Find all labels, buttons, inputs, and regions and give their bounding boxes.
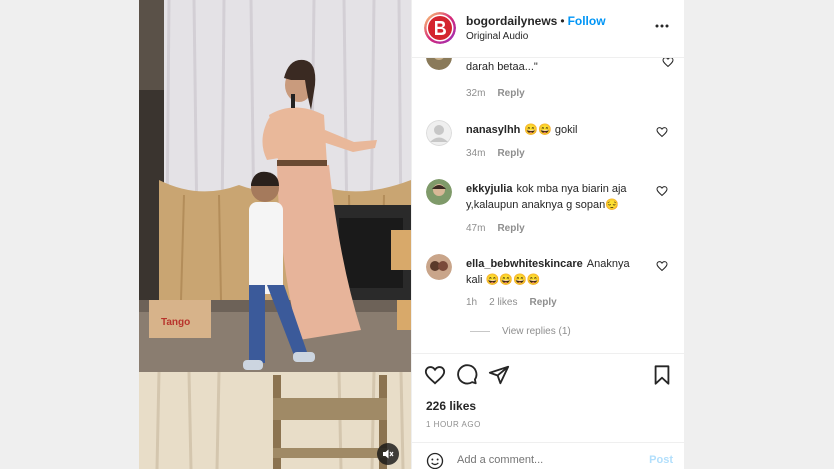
comment-meta: 1h 2 likes Reply [466,297,569,308]
comment-text-partial: darah betaa..." [466,61,538,73]
account-username[interactable]: bogordailynews [466,14,557,28]
reply-link[interactable]: Reply [529,297,556,308]
comment-item: nanasylhh 😄😄 gokil [424,120,674,168]
post-comment-button[interactable]: Post [649,454,673,466]
heart-icon[interactable] [662,58,674,68]
comment-avatar[interactable] [426,254,452,280]
comment-username[interactable]: nanasylhh [466,124,520,136]
svg-text:Tango: Tango [161,317,190,328]
add-comment-bar: Post [412,442,684,469]
view-replies-button[interactable]: View replies (1) [470,326,571,337]
audio-label[interactable]: Original Audio [466,31,528,42]
comment-avatar[interactable] [426,120,452,146]
comment-meta: 34m Reply [466,148,537,159]
share-icon[interactable] [488,364,510,386]
comment-meta: 47m Reply [466,223,537,234]
sound-off-icon [383,449,394,459]
more-options-button[interactable] [653,17,671,35]
instagram-post-modal: Tango bogordailynews • Follow Original A… [139,0,684,469]
comment-time: 1h [466,297,478,308]
post-video[interactable]: Tango [139,0,411,469]
comment-meta: 32m Reply [466,88,537,99]
comment-likes[interactable]: 2 likes [489,297,517,308]
follow-button[interactable]: Follow [568,14,606,28]
heart-icon[interactable] [424,364,446,386]
bogordailynews-logo [424,12,456,44]
separator-dot: • [560,14,565,28]
comment-body: ella_bebwhiteskincare Anaknya kali 😄😄😄😄 [466,256,642,288]
comment-time: 47m [466,223,486,234]
comment-avatar[interactable] [426,58,452,70]
post-actions: 226 likes 1 HOUR AGO Post [412,353,684,469]
post-side-panel: bogordailynews • Follow Original Audio dar… [411,0,684,469]
reply-link[interactable]: Reply [497,88,524,99]
sound-off-button[interactable] [377,443,399,465]
view-replies-label: View replies (1) [502,326,571,337]
comment-body: nanasylhh 😄😄 gokil [466,122,642,138]
screenshot-stage: Tango bogordailynews • Follow Original A… [0,0,834,469]
comments-list[interactable]: darah betaa..." 32m Reply nanasylhh 😄😄 gok… [412,58,684,352]
reply-link[interactable]: Reply [497,148,524,159]
more-options-icon [655,24,669,28]
comment-username[interactable]: ekkyjulia [466,183,512,195]
likes-count[interactable]: 226 likes [426,399,476,413]
heart-icon[interactable] [656,260,668,272]
add-comment-input[interactable] [457,454,627,466]
bookmark-icon[interactable] [651,364,673,386]
post-header: bogordailynews • Follow Original Audio [412,0,684,58]
heart-icon[interactable] [656,185,668,197]
header-user-line: bogordailynews • Follow [466,14,606,28]
heart-icon[interactable] [656,126,668,138]
reply-link[interactable]: Reply [497,223,524,234]
comment-username[interactable]: ella_bebwhiteskincare [466,258,583,270]
comment-body: ekkyjulia kok mba nya biarin aja y,kalaup… [466,181,642,213]
comment-icon[interactable] [456,364,478,386]
comment-time: 32m [466,88,486,99]
video-frame: Tango [139,0,411,469]
account-avatar[interactable] [424,12,456,44]
post-time[interactable]: 1 HOUR AGO [426,420,481,429]
emoji-icon[interactable] [426,452,444,469]
replies-divider [470,331,490,332]
comment-text: 😄😄 gokil [524,124,578,136]
comment-avatar[interactable] [426,179,452,205]
comment-time: 34m [466,148,486,159]
comment-item: ekkyjulia kok mba nya biarin aja y,kalaup… [424,179,674,239]
